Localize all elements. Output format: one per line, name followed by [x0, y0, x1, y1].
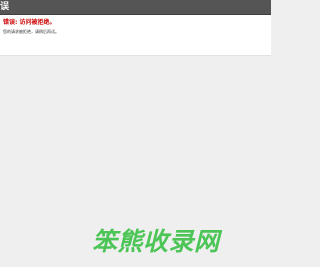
page: 误 错误: 访问被拒绝。 您的请求被拒绝，请稍后再试。 笨熊收录网 [0, 0, 271, 267]
watermark-text: 笨熊收录网 [92, 227, 220, 256]
error-detail: 您的请求被拒绝，请稍后再试。 [3, 29, 59, 34]
error-heading: 错误: 访问被拒绝。 [3, 19, 56, 26]
error-panel: 错误: 访问被拒绝。 您的请求被拒绝，请稍后再试。 [0, 15, 271, 56]
site-watermark-logo: 笨熊收录网 [92, 227, 249, 257]
title-bar: 误 [0, 0, 271, 15]
window-title: 误 [0, 2, 10, 12]
